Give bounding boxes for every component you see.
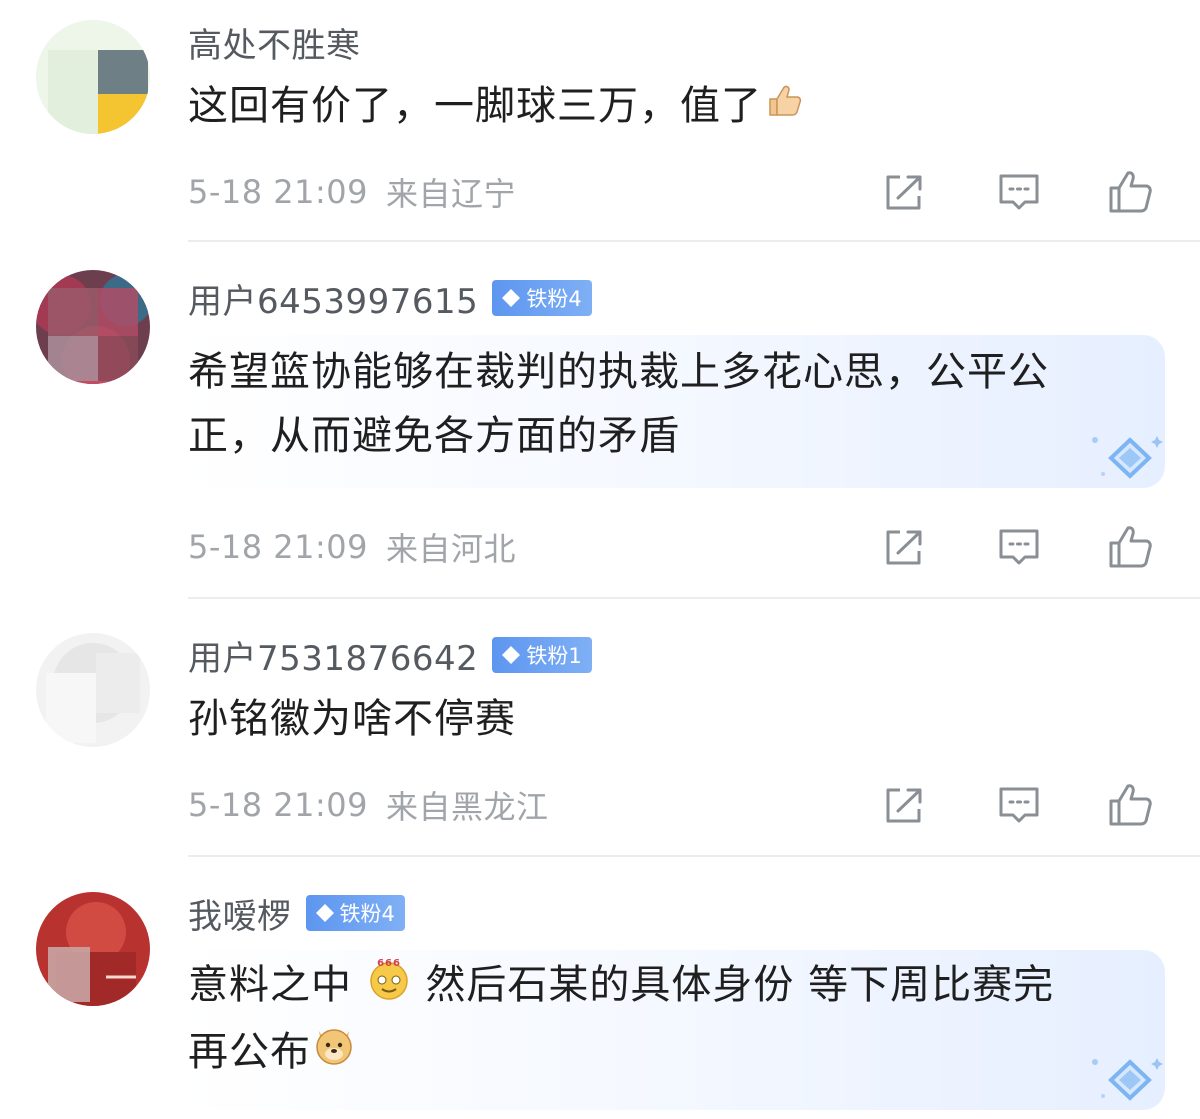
share-button[interactable] xyxy=(880,523,928,571)
like-button[interactable] xyxy=(1106,523,1154,571)
avatar-image xyxy=(36,892,150,1006)
fan-badge[interactable]: 铁粉4 xyxy=(492,280,592,316)
comment-text-segment: 意料之中 xyxy=(188,962,352,1008)
comment-text-line: 正，从而避免各方面的矛盾 xyxy=(188,413,680,459)
share-icon xyxy=(886,788,922,823)
username[interactable]: 用户7531876642 xyxy=(188,631,478,680)
comment-text: 希望篮协能够在裁判的执裁上多花心思，公平公 正，从而避免各方面的矛盾 xyxy=(188,340,1049,468)
comment-location: 来自黑龙江 xyxy=(386,788,549,826)
comment-text-line: 这回有价了，一脚球三万，值了 xyxy=(188,83,762,129)
doge-emoji xyxy=(311,1021,357,1086)
comment-actions xyxy=(880,781,1160,829)
thumbs-up-icon xyxy=(1109,784,1152,826)
diamond-icon xyxy=(315,904,334,922)
666-emoji-label: 666 xyxy=(377,958,401,969)
comment-text: 意料之中 666 然后石某的具体身份 等下周比赛完 再公布 xyxy=(188,953,1054,1086)
thumbs-up-icon xyxy=(1109,526,1152,568)
comment-text-line: 意料之中 666 然后石某的具体身份 等下周比赛完 xyxy=(188,953,1054,1020)
fan-badge-label: 铁粉4 xyxy=(526,287,582,311)
like-button[interactable] xyxy=(1106,781,1154,829)
comment-actions xyxy=(880,168,1160,216)
comment-icon xyxy=(999,529,1039,565)
reply-button[interactable] xyxy=(995,168,1043,216)
thumbs-up-icon xyxy=(1109,171,1152,213)
divider xyxy=(188,855,1200,857)
reply-button[interactable] xyxy=(995,781,1043,829)
avatar[interactable] xyxy=(36,20,150,134)
share-button[interactable] xyxy=(880,781,928,829)
diamond-icon xyxy=(1092,436,1163,479)
thumbs-up-emoji xyxy=(762,76,806,140)
fan-badge-label: 铁粉4 xyxy=(339,902,395,926)
diamond-icon xyxy=(502,646,521,664)
comment-location: 来自河北 xyxy=(386,530,517,568)
share-icon xyxy=(886,175,922,210)
comment-text-line: 希望篮协能够在裁判的执裁上多花心思，公平公 xyxy=(188,349,1049,395)
avatar-image xyxy=(36,633,150,747)
comment-text: 孙铭徽为啥不停赛 xyxy=(188,687,516,751)
divider xyxy=(188,597,1200,599)
comment-icon xyxy=(999,174,1039,210)
username-row: 用户7531876642 铁粉1 xyxy=(188,630,592,680)
comment-text-line: 再公布 xyxy=(188,1020,1054,1087)
comment-time: 5-18 21:09 xyxy=(188,528,369,566)
diamond-icon xyxy=(1092,1058,1163,1101)
diamond-icon xyxy=(502,289,521,307)
username-row: 高处不胜寒 xyxy=(188,17,361,67)
fan-badge[interactable]: 铁粉4 xyxy=(305,895,405,931)
comment-location: 来自辽宁 xyxy=(386,175,517,213)
fan-badge-label: 铁粉1 xyxy=(526,644,582,668)
avatar[interactable] xyxy=(36,633,150,747)
comment-icon xyxy=(999,787,1039,823)
comment-time: 5-18 21:09 xyxy=(188,173,369,211)
comment-text-segment: 再公布 xyxy=(188,1028,311,1075)
avatar-image xyxy=(36,270,150,384)
comment-meta: 5-18 21:09 来自河北 xyxy=(188,525,516,569)
divider xyxy=(188,240,1200,242)
avatar[interactable] xyxy=(36,270,150,384)
avatar[interactable] xyxy=(36,892,150,1006)
username[interactable]: 用户6453997615 xyxy=(188,274,478,323)
username[interactable]: 高处不胜寒 xyxy=(188,18,361,67)
comment-text-line: 孙铭徽为啥不停赛 xyxy=(188,696,516,742)
comment-actions xyxy=(880,523,1160,571)
avatar-image xyxy=(36,20,150,134)
comment-meta: 5-18 21:09 来自辽宁 xyxy=(188,170,516,214)
comment-text-segment: 然后石某的具体身份 等下周比赛完 xyxy=(425,962,1055,1008)
comment-text: 这回有价了，一脚球三万，值了 xyxy=(188,74,806,140)
like-button[interactable] xyxy=(1106,168,1154,216)
username[interactable]: 我嗳椤 xyxy=(188,889,292,938)
username-row: 我嗳椤 铁粉4 xyxy=(188,888,405,938)
666-emoji: 666 xyxy=(366,955,412,1020)
share-button[interactable] xyxy=(880,168,928,216)
comment-time: 5-18 21:09 xyxy=(188,786,369,824)
reply-button[interactable] xyxy=(995,523,1043,571)
comment-meta: 5-18 21:09 来自黑龙江 xyxy=(188,783,549,827)
fan-badge[interactable]: 铁粉1 xyxy=(492,637,592,673)
share-icon xyxy=(886,530,922,565)
username-row: 用户6453997615 铁粉4 xyxy=(188,273,592,323)
